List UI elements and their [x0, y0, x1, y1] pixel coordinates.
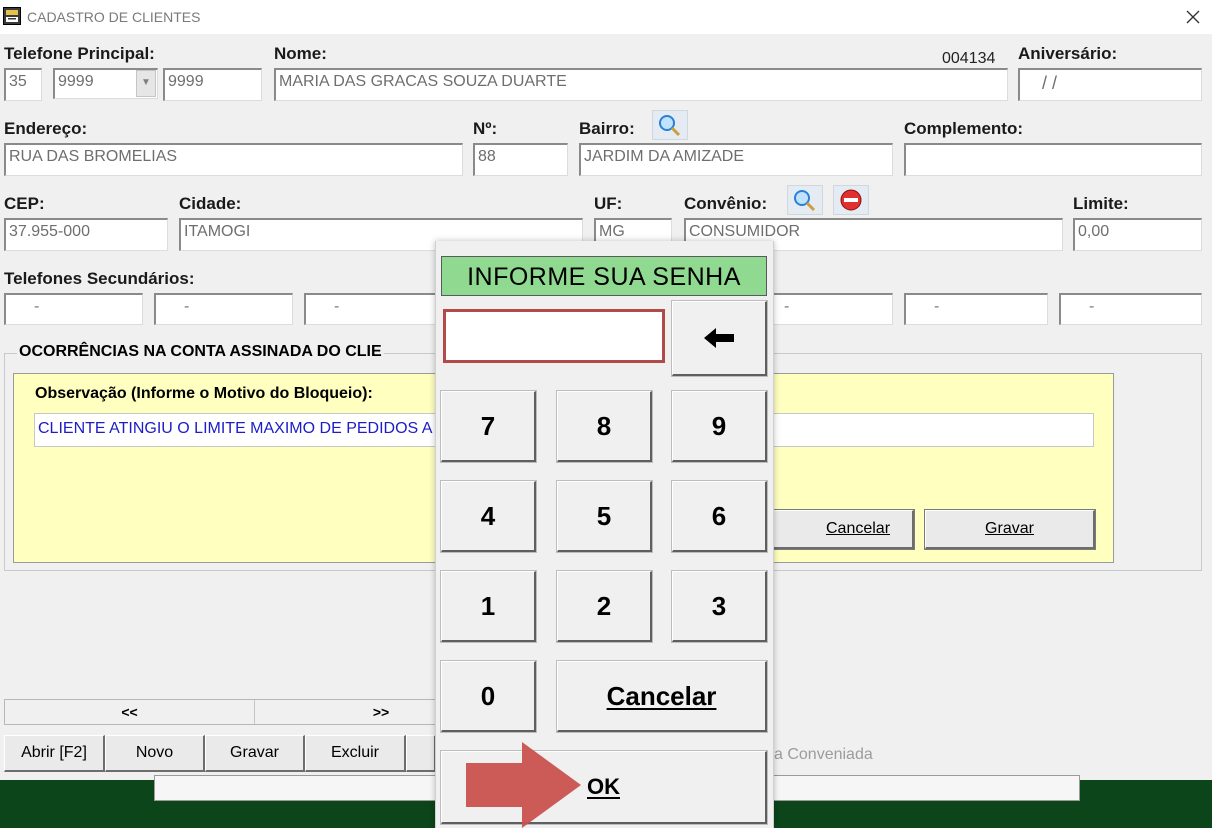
secondary-phones-label: Telefones Secundários: [4, 269, 195, 288]
uf-label: UF: [594, 194, 623, 213]
toolbar-button-hidden[interactable] [406, 735, 436, 772]
delete-label: Excluir [330, 744, 379, 761]
search-agreement-icon[interactable] [787, 185, 823, 215]
key-5[interactable]: 5 [556, 480, 653, 553]
key-2[interactable]: 2 [556, 570, 653, 643]
occurrence-save-button[interactable]: Gravar [924, 509, 1096, 550]
open-label: Abrir [F2] [21, 744, 87, 761]
complement-field[interactable] [904, 143, 1202, 176]
occurrence-cancel-label: Cancelar [825, 520, 891, 537]
key-1[interactable]: 1 [440, 570, 537, 643]
cancel-password-label: Cancelar [606, 680, 717, 711]
address-field[interactable]: RUA DAS BROMELIAS [4, 143, 463, 176]
observation-label: Observação (Informe o Motivo do Bloqueio… [35, 385, 373, 402]
remove-agreement-icon[interactable] [833, 185, 869, 215]
occurrences-title: OCORRÊNCIAS NA CONTA ASSINADA DO CLIE [17, 343, 384, 361]
delete-button[interactable]: Excluir [305, 735, 406, 772]
number-field[interactable]: 88 [473, 143, 568, 176]
key-8[interactable]: 8 [556, 390, 653, 463]
limit-label: Limite: [1073, 194, 1129, 213]
limit-field[interactable]: 0,00 [1073, 218, 1202, 251]
new-button[interactable]: Novo [105, 735, 205, 772]
search-neighborhood-icon[interactable] [652, 110, 688, 140]
previous-record-button[interactable]: << [5, 700, 255, 724]
save-label: Gravar [230, 744, 279, 761]
name-label: Nome: [274, 44, 327, 63]
chevron-down-icon[interactable]: ▼ [136, 70, 156, 97]
ddd-field[interactable]: 35 [4, 68, 42, 101]
birthday-label: Aniversário: [1018, 44, 1118, 63]
cep-field[interactable]: 37.955-000 [4, 218, 168, 251]
arrow-left-icon [704, 328, 734, 348]
complement-label: Complemento: [904, 119, 1023, 138]
save-button[interactable]: Gravar [205, 735, 305, 772]
key-0[interactable]: 0 [440, 660, 537, 733]
conveniada-text: sa Conveniada [766, 746, 873, 763]
key-6[interactable]: 6 [671, 480, 768, 553]
secondary-phone-5[interactable]: - [904, 293, 1048, 325]
city-label: Cidade: [179, 194, 242, 213]
number-label: Nº: [473, 119, 498, 138]
key-9[interactable]: 9 [671, 390, 768, 463]
name-field[interactable]: MARIA DAS GRACAS SOUZA DUARTE [274, 68, 1008, 101]
occurrence-save-label: Gravar [985, 520, 1034, 537]
secondary-phone-6[interactable]: - [1059, 293, 1202, 325]
birthday-field[interactable]: / / [1018, 68, 1202, 101]
agreement-label: Convênio: [684, 194, 768, 213]
client-code: 004134 [942, 50, 996, 67]
ok-label: OK [587, 774, 620, 799]
record-navigation: << >> [4, 699, 506, 725]
backspace-button[interactable] [671, 300, 768, 377]
secondary-phone-3[interactable]: - [304, 293, 443, 325]
window-title: CADASTRO DE CLIENTES [27, 9, 201, 25]
phone-label: Telefone Principal: [4, 44, 155, 63]
open-button[interactable]: Abrir [F2] [4, 735, 105, 772]
secondary-phone-2[interactable]: - [154, 293, 293, 325]
close-icon[interactable] [1183, 7, 1203, 27]
cep-label: CEP: [4, 194, 45, 213]
key-4[interactable]: 4 [440, 480, 537, 553]
new-label: Novo [135, 744, 174, 761]
key-3[interactable]: 3 [671, 570, 768, 643]
neighborhood-label: Bairro: [579, 119, 635, 138]
phone-suffix-field[interactable]: 9999 [163, 68, 262, 101]
app-icon [3, 7, 21, 25]
password-dialog-title: INFORME SUA SENHA [441, 256, 767, 296]
password-input[interactable] [443, 309, 665, 363]
arrow-right-icon [466, 742, 581, 828]
secondary-phone-1[interactable]: - [4, 293, 143, 325]
secondary-phone-4[interactable]: - [754, 293, 893, 325]
cancel-password-button[interactable]: Cancelar [556, 660, 768, 733]
address-label: Endereço: [4, 119, 88, 138]
neighborhood-field[interactable]: JARDIM DA AMIZADE [579, 143, 893, 176]
key-7[interactable]: 7 [440, 390, 537, 463]
